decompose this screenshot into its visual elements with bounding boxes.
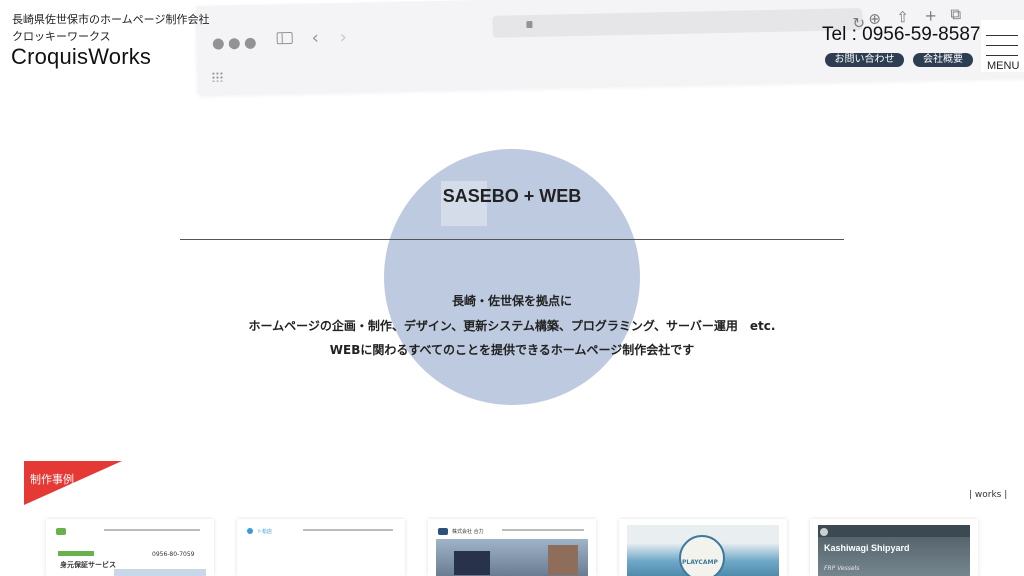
playcamp-badge-icon bbox=[679, 535, 725, 576]
contact-button[interactable]: お問い合わせ bbox=[825, 53, 904, 67]
site-logo-icon bbox=[438, 528, 448, 535]
work-thumbnail[interactable]: Kashiwagi Shipyard FRP Vessels bbox=[810, 519, 978, 576]
plus-icon: + bbox=[924, 6, 938, 25]
hero-description: 長崎・佐世保を拠点に ホームページの企画・制作、デザイン、更新システム構築、プロ… bbox=[0, 289, 1024, 363]
thumbnail-title: 株式会社 合力 bbox=[452, 529, 484, 535]
menu-label: MENU bbox=[987, 60, 1020, 72]
hamburger-icon bbox=[986, 55, 1018, 56]
traffic-dot-icon bbox=[244, 37, 256, 49]
site-logo-icon bbox=[820, 528, 828, 536]
hero-title: SASEBO + WEB bbox=[442, 186, 582, 206]
work-thumbnail[interactable]: PLAYCAMP bbox=[619, 519, 787, 576]
browser-mockup-graphic: ‹ › ↻ ⊕ ⇧ + ⧉ bbox=[196, 0, 1024, 94]
thumbnail-phone: 0956-80-7059 bbox=[152, 551, 195, 558]
hamburger-icon bbox=[986, 35, 1018, 36]
hero-line: 長崎・佐世保を拠点に bbox=[451, 294, 572, 308]
hero-line: WEBに関わるすべてのことを提供できるホームページ制作会社です bbox=[329, 343, 695, 357]
chevron-right-icon: › bbox=[339, 26, 348, 48]
site-kana-name: クロッキーワークス bbox=[12, 30, 111, 43]
works-tag-label: 制作事例 bbox=[30, 473, 74, 486]
work-thumbnail[interactable]: 株式会社 合力 bbox=[428, 519, 596, 576]
company-profile-button[interactable]: 会社概要 bbox=[913, 53, 973, 67]
thumbnail-title: PLAYCAMP bbox=[682, 559, 718, 566]
traffic-dot-icon bbox=[212, 38, 224, 50]
menu-button[interactable]: MENU bbox=[981, 20, 1024, 72]
site-logo[interactable]: CroquisWorks bbox=[11, 44, 151, 70]
traffic-dot-icon bbox=[228, 38, 240, 50]
phone-number[interactable]: Tel : 0956-59-8587 bbox=[822, 24, 980, 46]
hero-line: ホームページの企画・制作、デザイン、更新システム構築、プログラミング、サーバー運… bbox=[248, 318, 776, 333]
site-tagline: 長崎県佐世保市のホームページ制作会社 bbox=[12, 13, 210, 26]
thumbnail-subtitle: FRP Vessels bbox=[824, 565, 860, 572]
browser-url-bar: ↻ bbox=[492, 8, 865, 38]
work-thumbnail[interactable]: 身元保証サービス 0956-80-7059 bbox=[46, 519, 214, 576]
works-section-tag: 制作事例 bbox=[24, 461, 124, 505]
chevron-left-icon: ‹ bbox=[311, 27, 320, 49]
site-logo-icon bbox=[247, 528, 253, 534]
grid-icon bbox=[211, 71, 224, 82]
hero-divider bbox=[180, 239, 844, 240]
sidebar-icon bbox=[276, 31, 293, 45]
thumbnail-title: ト松店 bbox=[257, 529, 273, 535]
work-thumbnail[interactable]: ト松店 bbox=[237, 519, 405, 576]
lock-icon bbox=[526, 20, 533, 29]
thumbnail-title: Kashiwagi Shipyard bbox=[824, 543, 910, 553]
works-link[interactable]: | works | bbox=[969, 490, 1007, 500]
tabs-icon: ⧉ bbox=[950, 4, 962, 24]
site-logo-icon bbox=[56, 528, 66, 535]
hamburger-icon bbox=[986, 45, 1018, 46]
thumbnail-title: 身元保証サービス bbox=[60, 561, 116, 569]
